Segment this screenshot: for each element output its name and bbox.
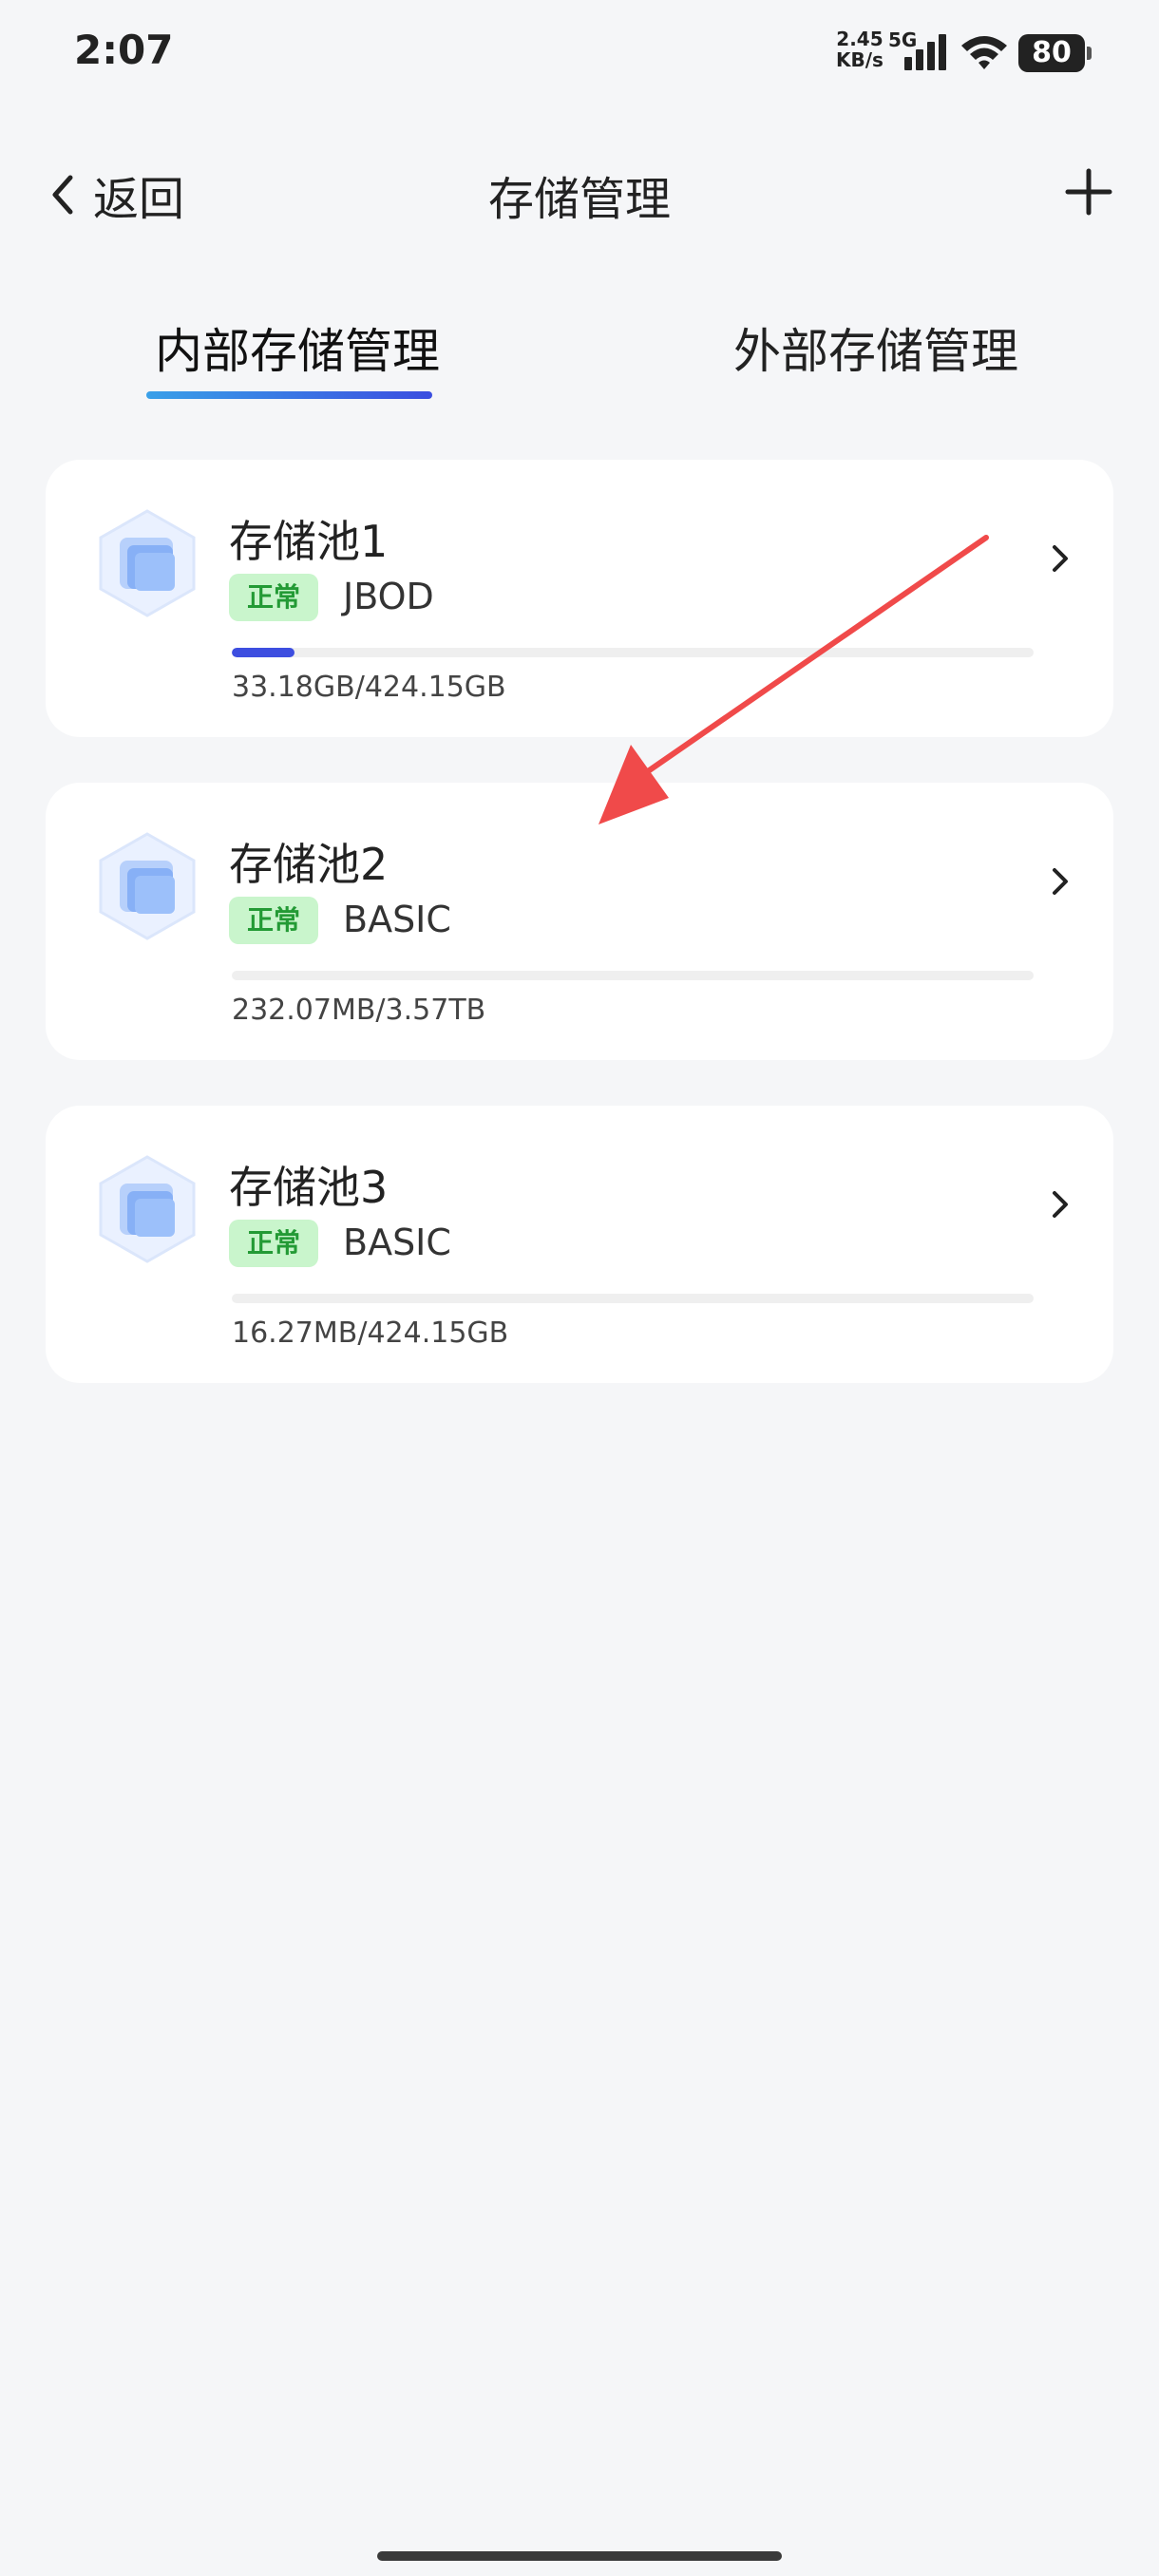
network-speed-value: 2.45: [836, 28, 884, 50]
storage-pool-card[interactable]: 存储池3 正常 BASIC 16.27MB/424.15GB: [46, 1106, 1113, 1383]
home-indicator[interactable]: [377, 2551, 782, 2561]
add-icon[interactable]: [1062, 165, 1115, 218]
usage-text: 16.27MB/424.15GB: [232, 1316, 509, 1350]
pool-type: BASIC: [343, 1222, 451, 1263]
pool-type: BASIC: [343, 899, 451, 940]
pool-type: JBOD: [343, 576, 434, 617]
usage-progress-fill: [232, 648, 294, 657]
pool-name: 存储池1: [229, 516, 389, 567]
tab-internal-storage[interactable]: 内部存储管理: [155, 313, 440, 382]
tab-bar: 内部存储管理 外部存储管理: [0, 304, 1159, 408]
usage-text: 232.07MB/3.57TB: [232, 994, 486, 1027]
storage-pool-card[interactable]: 存储池2 正常 BASIC 232.07MB/3.57TB: [46, 783, 1113, 1060]
network-speed-unit: KB/s: [836, 48, 884, 71]
status-badge: 正常: [229, 897, 318, 944]
storage-pool-icon: [99, 509, 196, 617]
status-time: 2:07: [74, 27, 174, 73]
usage-progress-bar: [232, 1294, 1034, 1303]
pool-name: 存储池3: [229, 1162, 389, 1213]
active-tab-indicator: [146, 391, 432, 399]
tab-external-storage[interactable]: 外部存储管理: [733, 313, 1018, 382]
wifi-icon: [961, 36, 1007, 69]
status-bar: 2:07 2.45 KB/s 5G 80: [0, 0, 1159, 104]
chevron-right-icon: [1053, 1191, 1068, 1218]
header: 返回 存储管理: [0, 152, 1159, 237]
storage-pool-icon: [99, 1155, 196, 1263]
chevron-right-icon: [1053, 868, 1068, 895]
pool-name: 存储池2: [229, 839, 389, 890]
status-badge: 正常: [229, 1220, 318, 1267]
network-speed: 2.45 KB/s: [836, 28, 884, 70]
page-title: 存储管理: [487, 173, 671, 226]
signal-icon: [904, 34, 946, 70]
storage-pool-card[interactable]: 存储池1 正常 JBOD 33.18GB/424.15GB: [46, 460, 1113, 737]
chevron-right-icon: [1053, 545, 1068, 572]
battery-indicator: 80: [1018, 34, 1092, 72]
storage-pool-icon: [99, 832, 196, 940]
usage-text: 33.18GB/424.15GB: [232, 671, 506, 704]
usage-progress-bar: [232, 648, 1034, 657]
usage-progress-bar: [232, 971, 1034, 980]
status-badge: 正常: [229, 574, 318, 621]
